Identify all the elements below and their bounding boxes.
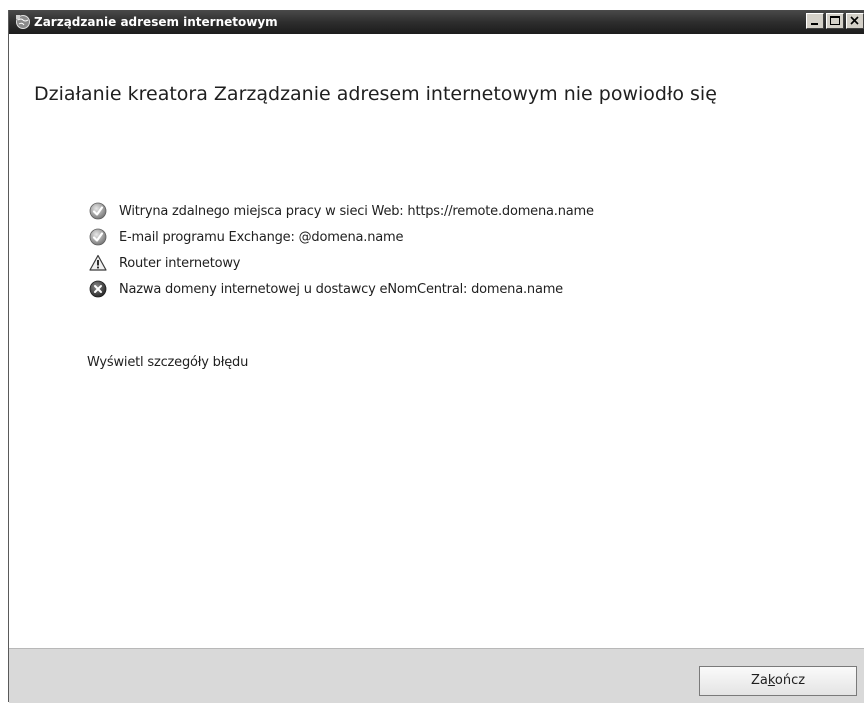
status-item-label: Witryna zdalnego miejsca pracy w sieci W… (119, 203, 594, 219)
globe-app-icon (16, 15, 30, 29)
status-item-label: Nazwa domeny internetowej u dostawcy eNo… (119, 281, 563, 297)
status-item-label: Router internetowy (119, 255, 241, 271)
check-icon (89, 202, 107, 220)
status-item-remote-web: Witryna zdalnego miejsca pracy w sieci W… (89, 198, 594, 224)
title-bar[interactable]: Zarządzanie adresem internetowym (9, 10, 864, 34)
finish-label-start: Za (750, 673, 768, 688)
status-list: Witryna zdalnego miejsca pracy w sieci W… (89, 198, 594, 302)
status-item-exchange: E-mail programu Exchange: @domena.name (89, 224, 594, 250)
minimize-icon (811, 23, 818, 25)
error-icon (89, 280, 107, 298)
view-error-details-link[interactable]: Wyświetl szczegóły błędu (87, 355, 248, 370)
finish-label-end: ończ (774, 673, 806, 688)
close-icon (850, 16, 859, 25)
window-title: Zarządzanie adresem internetowym (34, 15, 278, 29)
status-item-domain: Nazwa domeny internetowej u dostawcy eNo… (89, 276, 594, 302)
page-heading: Działanie kreatora Zarządzanie adresem i… (34, 83, 717, 105)
minimize-button[interactable] (806, 13, 824, 29)
footer-bar: Zakończ (9, 648, 864, 703)
finish-accelerator-key: k (767, 673, 775, 688)
warning-icon (89, 254, 107, 271)
status-item-label: E-mail programu Exchange: @domena.name (119, 229, 404, 245)
status-item-router: Router internetowy (89, 250, 594, 276)
check-icon (89, 228, 107, 246)
wizard-window: Zarządzanie adresem internetowym Działan… (8, 10, 864, 703)
maximize-button[interactable] (826, 13, 844, 29)
window-controls (804, 13, 864, 31)
close-button[interactable] (846, 13, 864, 29)
maximize-icon (830, 16, 840, 25)
finish-button[interactable]: Zakończ (699, 666, 857, 696)
